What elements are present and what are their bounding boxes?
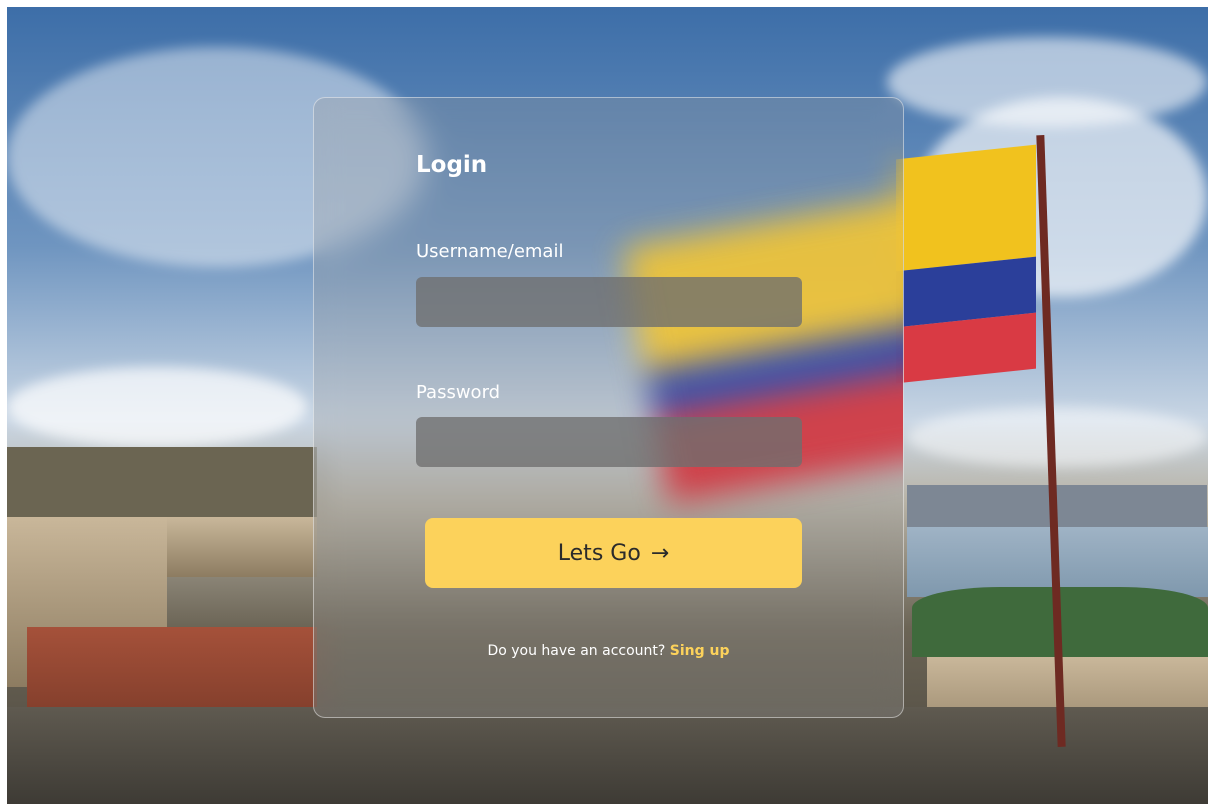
stone-ground [7, 707, 1208, 804]
arrow-right-icon: → [650, 540, 670, 566]
colombia-flag [896, 144, 1036, 384]
cloud [7, 367, 307, 447]
cloud [907, 407, 1207, 467]
password-input[interactable] [416, 417, 802, 467]
password-label: Password [416, 382, 501, 403]
signup-prompt: Do you have an account? Sing up [314, 643, 903, 659]
page-title: Login [416, 152, 488, 178]
submit-button[interactable]: Lets Go → [425, 518, 802, 588]
login-card: Login Username/email Password Lets Go → … [313, 97, 904, 718]
submit-label: Lets Go [557, 540, 641, 566]
fort-wall-mid [167, 517, 317, 577]
footer-text: Do you have an account? [487, 643, 666, 659]
username-label: Username/email [416, 241, 564, 262]
signup-link[interactable]: Sing up [670, 643, 730, 659]
username-input[interactable] [416, 277, 802, 327]
